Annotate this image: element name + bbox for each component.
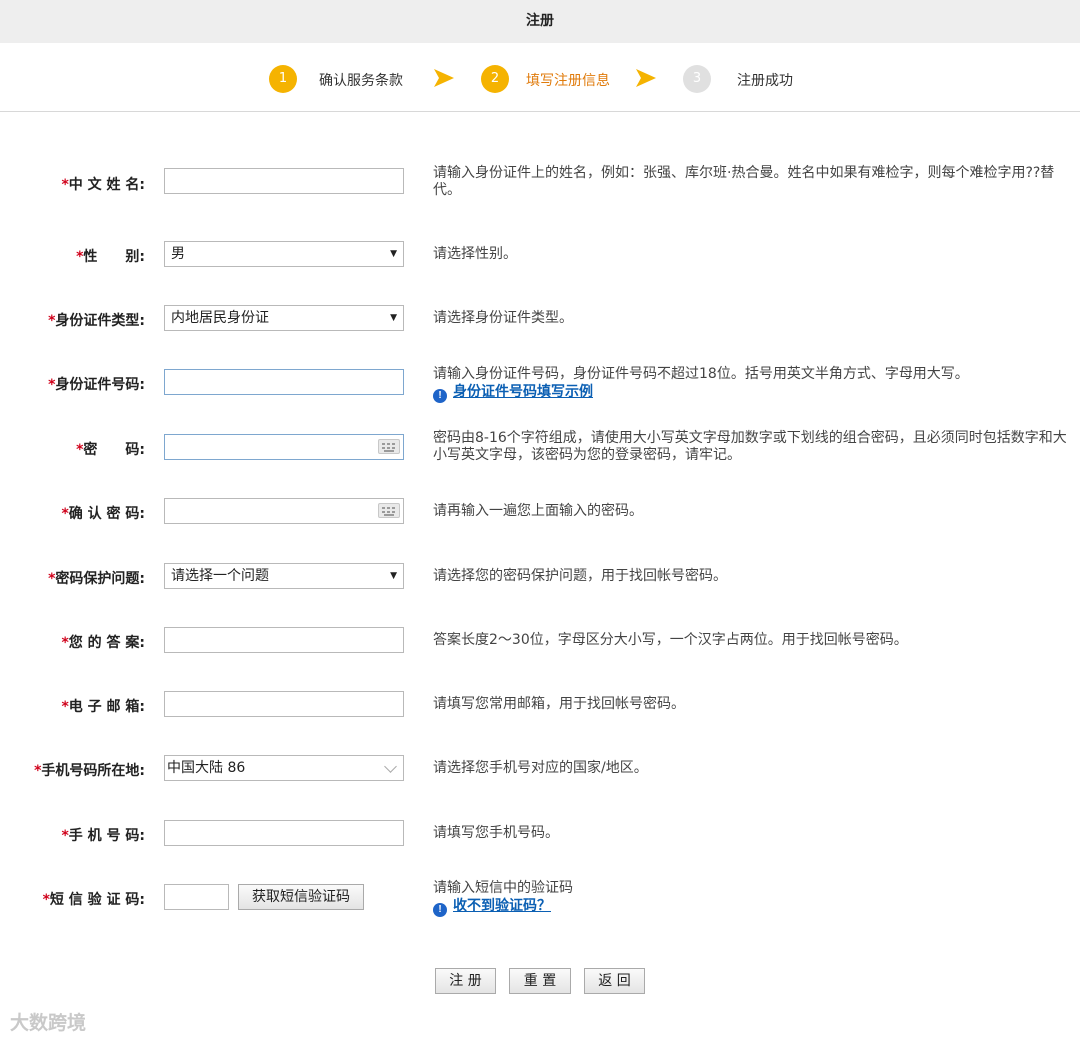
id-type-hint: 请选择身份证件类型。 (433, 310, 573, 326)
dropdown-arrow-icon: ▼ (390, 571, 397, 581)
password-hint: 密码由8-16个字符组成，请使用大小写英文字母加数字或下划线的组合密码，且必须同… (433, 430, 1067, 463)
info-icon: ! (433, 903, 447, 917)
step-2-badge: 2 (481, 65, 509, 93)
keyboard-icon[interactable] (378, 439, 400, 454)
sms-code-hint: 请输入短信中的验证码 ! 收不到验证码？ (433, 880, 1073, 917)
security-question-select[interactable]: 请选择一个问题 ▼ (164, 563, 404, 589)
phone-region-select[interactable]: 中国大陆 86 (164, 755, 404, 781)
id-number-example-link[interactable]: 身份证件号码填写示例 (453, 384, 593, 400)
id-number-hint: 请输入身份证件号码，身份证件号码不超过18位。括号用英文半角方式、字母用大写。 … (433, 366, 1073, 403)
id-type-select[interactable]: 内地居民身份证 ▼ (164, 305, 404, 331)
security-question-label: *密码保护问题: (48, 571, 145, 587)
submit-button[interactable]: 注 册 (435, 968, 496, 994)
dropdown-arrow-icon: ▼ (390, 249, 397, 259)
confirm-password-hint: 请再输入一遍您上面输入的密码。 (433, 503, 643, 519)
get-sms-code-button[interactable]: 获取短信验证码 (238, 884, 364, 910)
id-number-input[interactable] (164, 369, 404, 395)
phone-label: *手 机 号 码: (61, 828, 145, 844)
sms-code-input[interactable] (164, 884, 229, 910)
id-number-hint-text: 请输入身份证件号码，身份证件号码不超过18位。括号用英文半角方式、字母用大写。 (433, 366, 969, 382)
email-hint: 请填写您常用邮箱，用于找回帐号密码。 (433, 696, 685, 712)
confirm-password-input[interactable] (164, 498, 404, 524)
no-sms-code-link[interactable]: 收不到验证码？ (453, 898, 551, 914)
arrow-right-icon (434, 69, 454, 87)
chevron-down-icon (384, 760, 397, 773)
id-number-label: *身份证件号码: (48, 377, 145, 393)
security-question-hint: 请选择您的密码保护问题，用于找回帐号密码。 (433, 568, 727, 584)
name-label: *中 文 姓 名: (61, 177, 145, 193)
step-indicator: 1 确认服务条款 2 填写注册信息 3 注册成功 (0, 43, 1080, 112)
email-label: *电 子 邮 箱: (61, 699, 145, 715)
step-2-label: 填写注册信息 (526, 73, 610, 89)
answer-hint: 答案长度2～30位，字母区分大小写，一个汉字占两位。用于找回帐号密码。 (433, 632, 908, 648)
gender-hint: 请选择性别。 (433, 246, 517, 262)
back-button[interactable]: 返 回 (584, 968, 645, 994)
email-input[interactable] (164, 691, 404, 717)
sms-code-label: *短 信 验 证 码: (42, 892, 145, 908)
id-type-label: *身份证件类型: (48, 313, 145, 329)
step-1-badge: 1 (269, 65, 297, 93)
keyboard-icon[interactable] (378, 503, 400, 518)
step-3-label: 注册成功 (737, 73, 793, 89)
sms-code-hint-text: 请输入短信中的验证码 (433, 880, 573, 896)
info-icon: ! (433, 389, 447, 403)
phone-hint: 请填写您手机号码。 (433, 825, 559, 841)
arrow-right-icon (636, 69, 656, 87)
confirm-password-label: *确 认 密 码: (61, 506, 145, 522)
dropdown-arrow-icon: ▼ (390, 313, 397, 323)
reset-button[interactable]: 重 置 (509, 968, 571, 994)
watermark-logo: 大数跨境 (10, 1012, 87, 1034)
page-title: 注册 (0, 0, 1080, 43)
step-1-label: 确认服务条款 (319, 73, 403, 89)
gender-label: *性 别: (76, 249, 145, 265)
gender-select[interactable]: 男 ▼ (164, 241, 404, 267)
password-input[interactable] (164, 434, 404, 460)
password-label: *密 码: (76, 442, 145, 458)
name-hint: 请输入身份证件上的姓名，例如：张强、库尔班·热合曼。姓名中如果有难检字，则每个难… (433, 165, 1055, 198)
name-input[interactable] (164, 168, 404, 194)
phone-region-label: *手机号码所在地: (34, 763, 145, 779)
answer-label: *您 的 答 案: (61, 635, 145, 651)
phone-input[interactable] (164, 820, 404, 846)
step-3-badge: 3 (683, 65, 711, 93)
answer-input[interactable] (164, 627, 404, 653)
phone-region-hint: 请选择您手机号对应的国家/地区。 (433, 760, 648, 776)
